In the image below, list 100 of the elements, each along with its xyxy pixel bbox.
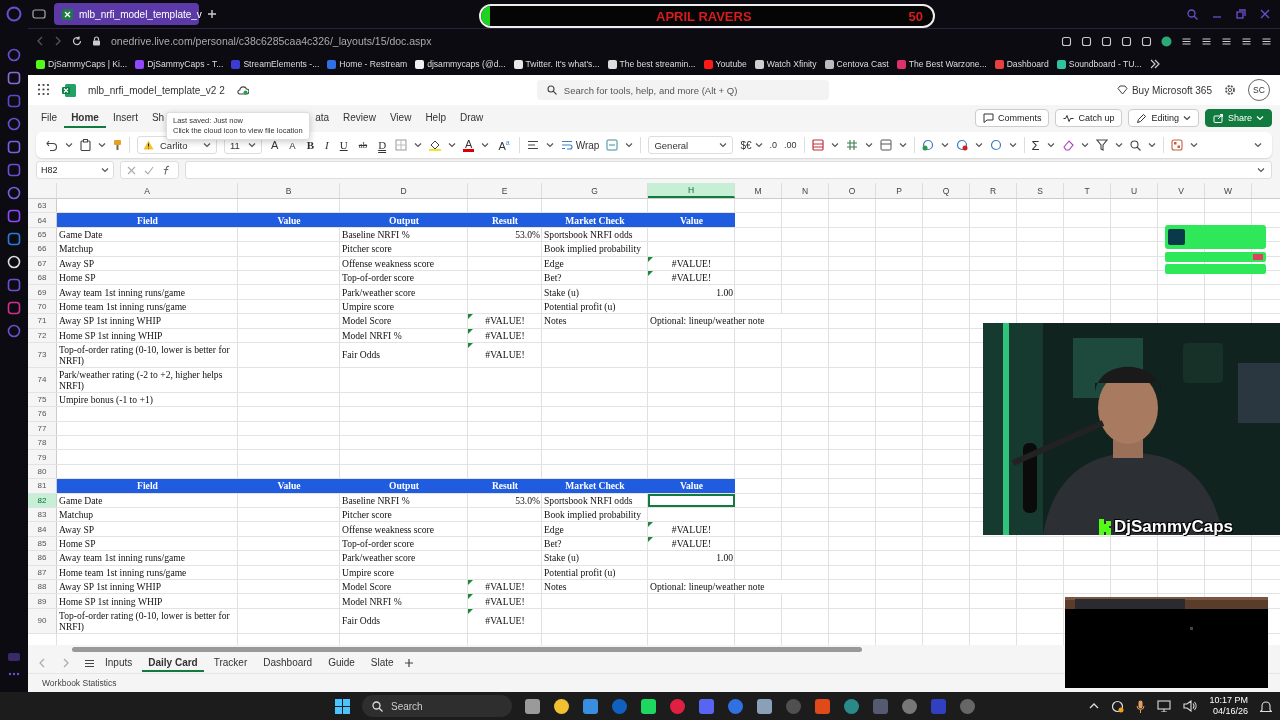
table-cell: #VALUE! — [468, 608, 542, 633]
sheet-tab[interactable]: Guide — [322, 654, 361, 672]
ribbon-tab[interactable]: ata — [308, 108, 337, 128]
row-number[interactable]: 69 — [28, 285, 57, 299]
name-box[interactable]: H82 — [36, 161, 114, 179]
row-number[interactable]: 76 — [28, 407, 57, 421]
row-number[interactable]: 63 — [28, 199, 57, 213]
table-cell-text: Stake (u) — [543, 551, 580, 565]
table-cell: #VALUE! — [648, 536, 735, 551]
row-number[interactable]: 90 — [28, 608, 57, 633]
column-header[interactable]: E — [468, 183, 542, 198]
ribbon-tab[interactable]: Review — [336, 108, 383, 128]
strike-button[interactable]: ab — [356, 140, 370, 150]
table-cell-text: Edge — [543, 522, 565, 536]
table-cell-text: Away SP — [58, 522, 96, 536]
column-header[interactable]: W — [1205, 183, 1252, 198]
row-number[interactable]: 66 — [28, 242, 57, 256]
decimal-button[interactable]: .00 — [784, 140, 797, 150]
column-header[interactable]: P — [876, 183, 923, 198]
row-number[interactable]: 79 — [28, 450, 57, 464]
table-cell-text: Book implied probability — [543, 242, 642, 256]
table-cell-text: Notes — [543, 580, 568, 594]
table-cell-text: 1.00 — [715, 551, 734, 565]
column-header[interactable]: M — [735, 183, 782, 198]
table-cell-text: Top-of-order rating (0-10, lower is better for NRFI) — [58, 608, 231, 633]
row-number[interactable]: 84 — [28, 522, 57, 536]
column-header[interactable]: O — [829, 183, 876, 198]
sheet-tab[interactable]: Daily Card — [142, 654, 204, 672]
table-cell-text: Stake (u) — [543, 285, 580, 299]
column-header[interactable]: T — [1064, 183, 1111, 198]
column-header[interactable]: S — [1017, 183, 1064, 198]
decimal-button[interactable]: .0 — [769, 140, 778, 150]
bookmark[interactable]: Watch Xfinity — [754, 59, 817, 69]
clock-date[interactable]: 04/16/26 — [1212, 706, 1248, 717]
italic-button[interactable]: I — [323, 139, 331, 151]
row-number[interactable]: 73 — [28, 342, 57, 367]
ribbon-tab[interactable]: File — [34, 108, 65, 128]
number-format-dropdown[interactable]: General — [648, 136, 734, 154]
bookmark[interactable]: Youtube — [703, 59, 747, 69]
search-field[interactable]: Search for tools, help, and more (Alt + Q) — [536, 80, 829, 100]
sheet-tab[interactable]: Slate — [364, 654, 400, 672]
row-number[interactable]: 71 — [28, 314, 57, 328]
column-header[interactable]: D — [340, 183, 468, 198]
sheet-tab[interactable]: Inputs — [99, 654, 139, 672]
clock-time[interactable]: 10:17 PM — [1209, 695, 1248, 706]
table-header: Output — [340, 479, 468, 493]
buy-link[interactable]: Buy Microsoft 365 — [1116, 84, 1212, 96]
column-header[interactable]: R — [970, 183, 1017, 198]
column-header[interactable]: B — [238, 183, 340, 198]
status-text[interactable]: Workbook Statistics — [42, 678, 117, 688]
row-number[interactable]: 89 — [28, 594, 57, 608]
row-number[interactable]: 86 — [28, 551, 57, 565]
column-header[interactable]: A — [57, 183, 238, 198]
bold-button[interactable]: B — [304, 139, 317, 151]
column-header[interactable]: N — [782, 183, 829, 198]
table-cell-text: Potential profit (u) — [543, 565, 617, 579]
bookmark[interactable]: Dashboard — [994, 59, 1049, 69]
shrink-button[interactable]: A — [287, 139, 298, 151]
catchup-button[interactable]: Catch up — [1055, 109, 1123, 127]
table-cell-text: Pitcher score — [341, 508, 393, 522]
row-number[interactable]: 64 — [28, 213, 57, 227]
bookmark-label: Centova Cast — [836, 59, 889, 69]
editing-button[interactable]: Editing — [1128, 109, 1199, 127]
ribbon-tab[interactable]: View — [382, 108, 419, 128]
streamer-name: DjSammyCaps — [1114, 517, 1234, 537]
row-number[interactable]: 78 — [28, 436, 57, 450]
row-number[interactable]: 81 — [28, 479, 57, 493]
grow-button[interactable]: A — [269, 139, 281, 151]
file-name[interactable]: mlb_nrfi_model_template_v2 2 — [88, 84, 225, 96]
comments-button[interactable]: Comments — [974, 109, 1050, 127]
row-number[interactable]: 74 — [28, 367, 57, 392]
ribbon-tab[interactable]: Insert — [105, 108, 145, 128]
underline-button[interactable]: U — [337, 139, 350, 151]
table-cell-text: Potential profit (u) — [543, 299, 617, 314]
address-field[interactable]: onedrive.live.com/personal/c38c6285caa4c326/_layouts/15/doc.aspx — [111, 35, 1051, 47]
column-header[interactable]: H — [648, 183, 735, 198]
sheet-tab[interactable]: Dashboard — [257, 654, 319, 672]
table-header: Value — [648, 213, 735, 227]
double-button[interactable]: D — [376, 139, 389, 151]
column-header[interactable]: Q — [923, 183, 970, 198]
table-cell: #VALUE! — [468, 328, 542, 342]
table-cell-text: Home SP 1st inning WHIP — [58, 328, 164, 342]
table-cell-text: Matchup — [58, 508, 95, 522]
wrap-button[interactable]: Wrap — [560, 139, 600, 151]
share-button[interactable]: Share — [1204, 109, 1272, 127]
table-cell-text: 53.0% — [514, 493, 541, 508]
ribbon-tab[interactable]: Home — [64, 108, 106, 128]
font-color-button[interactable]: A — [463, 138, 475, 152]
goal-title: APRIL RAVERS — [656, 8, 752, 24]
text-effects-button[interactable]: A$^{a}$ — [496, 138, 512, 152]
autosum-button[interactable]: Σ — [1031, 137, 1040, 153]
column-header[interactable]: U — [1111, 183, 1158, 198]
ribbon-tab[interactable]: Draw — [452, 108, 491, 128]
column-header[interactable]: V — [1158, 183, 1205, 198]
ribbon-tab[interactable]: Help — [418, 108, 453, 128]
row-number[interactable]: 83 — [28, 508, 57, 522]
sheet-tab[interactable]: Tracker — [207, 654, 254, 672]
currency-button[interactable]: $€ — [740, 139, 763, 151]
taskbar-search[interactable]: Search — [362, 695, 512, 717]
bookmark[interactable]: Centova Cast — [824, 59, 889, 69]
